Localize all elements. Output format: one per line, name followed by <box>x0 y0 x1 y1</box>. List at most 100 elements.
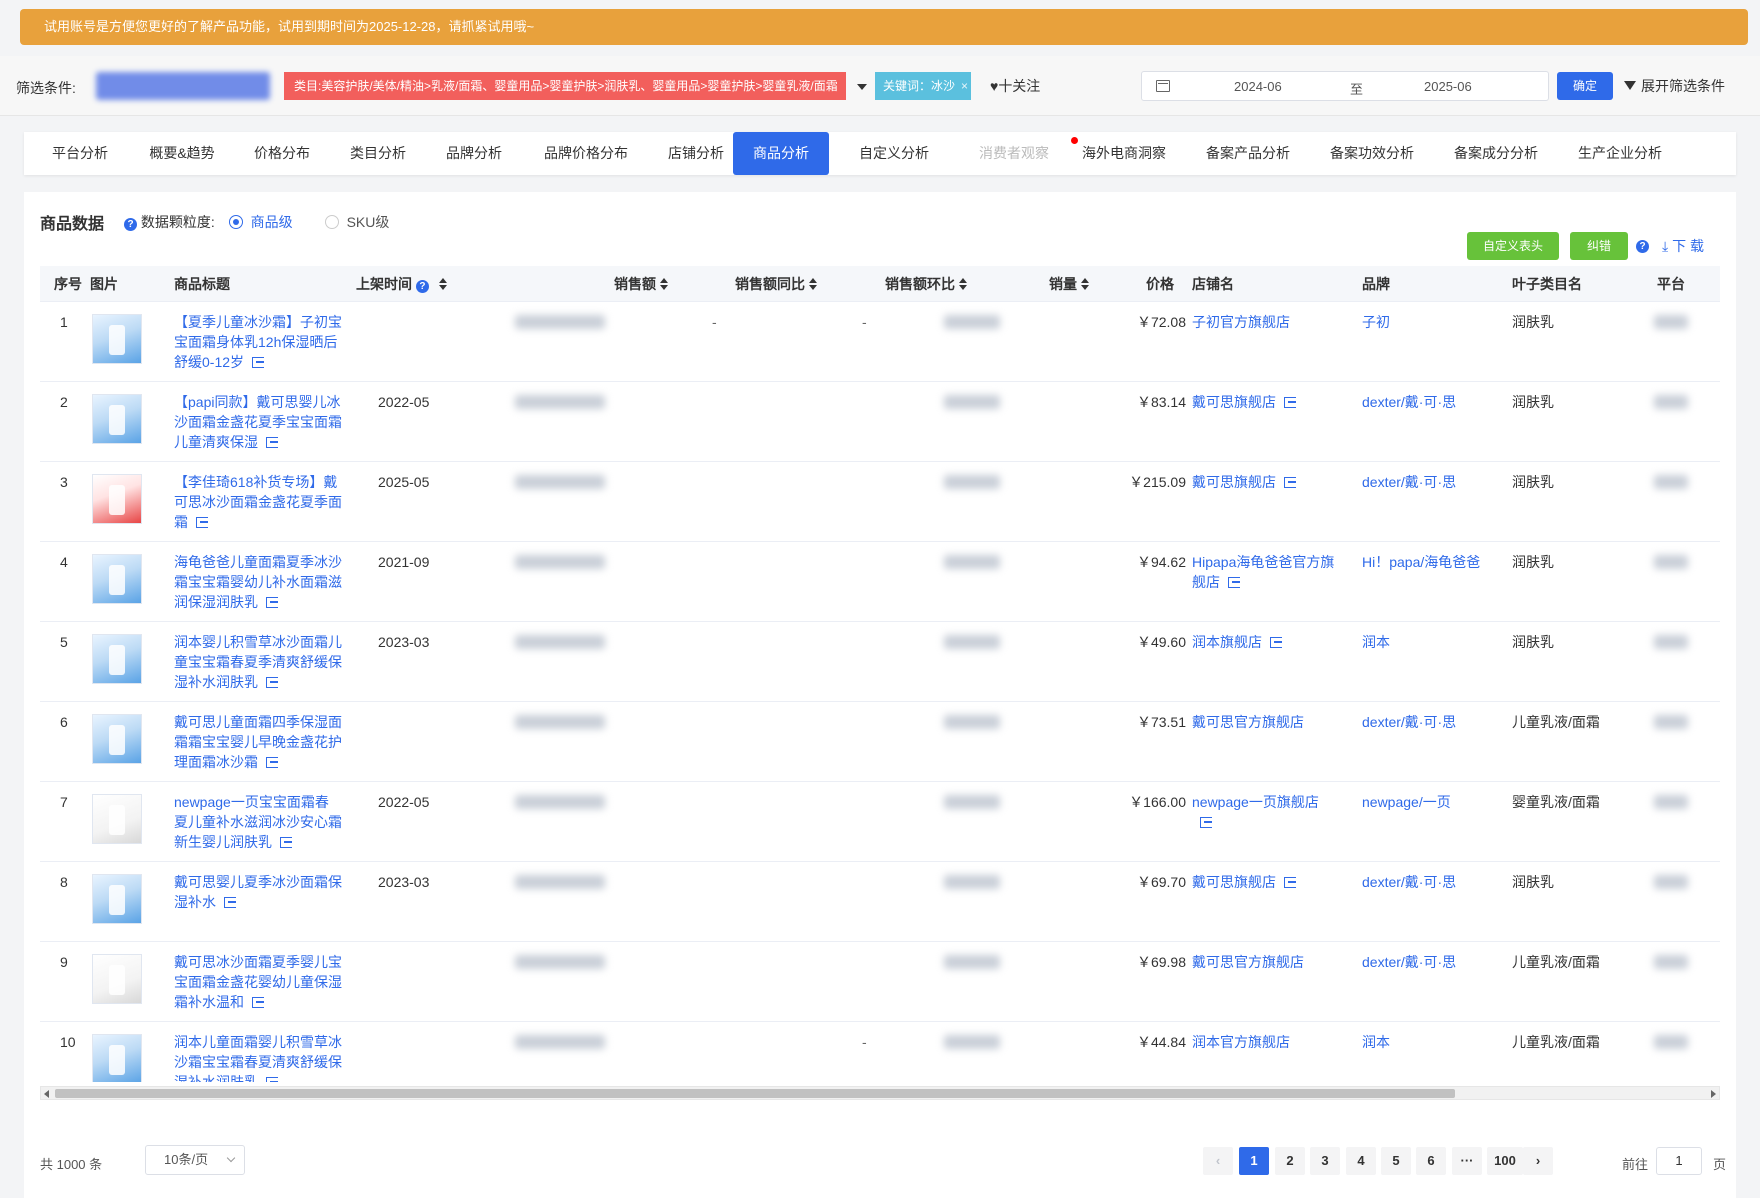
product-thumbnail[interactable] <box>92 714 142 764</box>
prev-page-button[interactable]: ‹ <box>1203 1147 1233 1175</box>
col-volume[interactable]: 销量 <box>1049 266 1089 302</box>
close-icon[interactable]: × <box>961 79 968 93</box>
shop-link[interactable]: 润本旗舰店 <box>1192 632 1337 652</box>
external-link-icon[interactable] <box>1284 877 1296 888</box>
category-filter-tag[interactable]: 类目:美容护肤/美体/精油>乳液/面霜、婴童用品>婴童护肤>润肤乳、婴童用品>婴… <box>284 72 846 100</box>
date-start[interactable]: 2024-06 <box>1234 79 1282 94</box>
follow-button[interactable]: ♥十关注 <box>990 76 1040 96</box>
expand-filters-button[interactable]: 展开筛选条件 <box>1624 76 1725 96</box>
tab-platform[interactable]: 平台分析 <box>40 132 120 175</box>
product-title-link[interactable]: 戴可思冰沙面霜夏季婴儿宝宝面霜金盏花婴幼儿童保湿霜补水温和 <box>174 952 342 1012</box>
external-link-icon[interactable] <box>196 517 208 528</box>
scroll-right-icon[interactable] <box>1711 1090 1716 1098</box>
product-title-link[interactable]: 【李佳琦618补货专场】戴可思冰沙面霜金盏花夏季面霜 <box>174 472 342 532</box>
sort-icon[interactable] <box>438 278 447 290</box>
brand-link[interactable]: dexter/戴·可·思 <box>1362 392 1502 412</box>
sort-icon[interactable] <box>1081 278 1089 290</box>
tab-category[interactable]: 类目分析 <box>338 132 418 175</box>
col-sales-amount[interactable]: 销售额 <box>614 266 668 302</box>
product-thumbnail[interactable] <box>92 954 142 1004</box>
page-button[interactable]: 1 <box>1239 1147 1269 1175</box>
external-link-icon[interactable] <box>1270 637 1282 648</box>
caret-down-icon[interactable] <box>857 84 867 90</box>
scroll-left-icon[interactable] <box>44 1090 49 1098</box>
help-icon[interactable]: ? <box>415 280 429 293</box>
brand-link[interactable]: 子初 <box>1362 312 1502 332</box>
shop-link[interactable]: 戴可思官方旗舰店 <box>1192 952 1337 972</box>
product-title-link[interactable]: 戴可思婴儿夏季冰沙面霜保湿补水 <box>174 872 342 912</box>
redacted-filter-chip[interactable] <box>96 72 270 100</box>
sort-icon[interactable] <box>660 278 668 290</box>
goto-page-input[interactable]: 1 <box>1656 1147 1702 1175</box>
external-link-icon[interactable] <box>1200 817 1212 828</box>
external-link-icon[interactable] <box>252 997 264 1008</box>
shop-link[interactable]: 润本官方旗舰店 <box>1192 1032 1337 1052</box>
product-thumbnail[interactable] <box>92 474 142 524</box>
product-title-link[interactable]: 海龟爸爸儿童面霜夏季冰沙霜宝宝霜婴幼儿补水面霜滋润保湿润肤乳 <box>174 552 342 612</box>
tab-overseas[interactable]: 海外电商洞察 <box>1068 132 1180 175</box>
external-link-icon[interactable] <box>266 437 278 448</box>
next-page-button[interactable]: › <box>1523 1147 1553 1175</box>
date-range-picker[interactable]: 2024-06 至 2025-06 <box>1141 71 1549 101</box>
page-button[interactable]: 2 <box>1275 1147 1305 1175</box>
tab-product[interactable]: 商品分析 <box>733 132 829 175</box>
help-icon[interactable]: ? <box>124 218 137 231</box>
tab-custom[interactable]: 自定义分析 <box>846 132 942 175</box>
sort-icon[interactable] <box>959 278 967 290</box>
horizontal-scrollbar[interactable] <box>40 1086 1720 1100</box>
confirm-button[interactable]: 确定 <box>1557 72 1613 100</box>
col-listed[interactable]: 上架时间 ? <box>356 266 447 302</box>
radio-product-level[interactable]: 商品级 <box>228 214 293 230</box>
tab-manufacturer[interactable]: 生产企业分析 <box>1564 132 1676 175</box>
external-link-icon[interactable] <box>280 837 292 848</box>
product-thumbnail[interactable] <box>92 314 142 364</box>
scrollbar-thumb[interactable] <box>55 1089 1455 1098</box>
external-link-icon[interactable] <box>1228 577 1240 588</box>
page-button[interactable]: 3 <box>1310 1147 1340 1175</box>
product-title-link[interactable]: 【夏季儿童冰沙霜】子初宝宝面霜身体乳12h保湿晒后舒缓0-12岁 <box>174 312 342 372</box>
page-size-select[interactable]: 10条/页 <box>145 1145 245 1175</box>
tab-overview-trend[interactable]: 概要&趋势 <box>134 132 230 175</box>
shop-link[interactable]: 戴可思官方旗舰店 <box>1192 712 1337 732</box>
page-button[interactable]: 4 <box>1346 1147 1376 1175</box>
brand-link[interactable]: 润本 <box>1362 1032 1502 1052</box>
shop-link[interactable]: 戴可思旗舰店 <box>1192 472 1337 492</box>
shop-link[interactable]: 子初官方旗舰店 <box>1192 312 1337 332</box>
tab-brand-price[interactable]: 品牌价格分布 <box>530 132 642 175</box>
correct-button[interactable]: 纠错 <box>1570 232 1628 260</box>
keyword-filter-tag[interactable]: 关键词：冰沙 × <box>875 72 971 100</box>
col-yoy[interactable]: 销售额同比 <box>735 266 817 302</box>
tab-price-distribution[interactable]: 价格分布 <box>242 132 322 175</box>
page-button[interactable]: 5 <box>1381 1147 1411 1175</box>
shop-link[interactable]: 戴可思旗舰店 <box>1192 392 1337 412</box>
product-title-link[interactable]: 【papi同款】戴可思婴儿冰沙面霜金盏花夏季宝宝面霜儿童清爽保湿 <box>174 392 342 452</box>
brand-link[interactable]: dexter/戴·可·思 <box>1362 472 1502 492</box>
product-thumbnail[interactable] <box>92 634 142 684</box>
brand-link[interactable]: dexter/戴·可·思 <box>1362 712 1502 732</box>
product-thumbnail[interactable] <box>92 874 142 924</box>
page-button[interactable]: 6 <box>1416 1147 1446 1175</box>
shop-link[interactable]: Hipapa海龟爸爸官方旗舰店 <box>1192 552 1337 592</box>
brand-link[interactable]: newpage/一页 <box>1362 792 1502 812</box>
external-link-icon[interactable] <box>1284 477 1296 488</box>
radio-sku-level[interactable]: SKU级 <box>324 214 389 230</box>
product-thumbnail[interactable] <box>92 1034 142 1082</box>
tab-filing-ingredient[interactable]: 备案成分分析 <box>1440 132 1552 175</box>
sort-icon[interactable] <box>809 278 817 290</box>
download-button[interactable]: ⤓ 下 载 <box>1662 236 1704 256</box>
help-icon[interactable]: ? <box>1636 240 1649 253</box>
custom-header-button[interactable]: 自定义表头 <box>1467 232 1559 260</box>
product-title-link[interactable]: 润本儿童面霜婴儿积雪草冰沙霜宝宝霜春夏清爽舒缓保湿补水润肤乳 <box>174 1032 342 1082</box>
tab-shop[interactable]: 店铺分析 <box>656 132 736 175</box>
product-title-link[interactable]: 润本婴儿积雪草冰沙面霜儿童宝宝霜春夏季清爽舒缓保湿补水润肤乳 <box>174 632 342 692</box>
tab-brand[interactable]: 品牌分析 <box>434 132 514 175</box>
product-title-link[interactable]: 戴可思儿童面霜四季保湿面霜霜宝宝婴儿早晚金盏花护理面霜冰沙霜 <box>174 712 342 772</box>
tab-consumer[interactable]: 消费者观察 <box>960 132 1078 175</box>
brand-link[interactable]: dexter/戴·可·思 <box>1362 952 1502 972</box>
product-thumbnail[interactable] <box>92 554 142 604</box>
tab-filing-product[interactable]: 备案产品分析 <box>1192 132 1304 175</box>
page-button[interactable]: 100 <box>1487 1147 1523 1175</box>
product-thumbnail[interactable] <box>92 794 142 844</box>
date-end[interactable]: 2025-06 <box>1424 79 1472 94</box>
external-link-icon[interactable] <box>266 677 278 688</box>
